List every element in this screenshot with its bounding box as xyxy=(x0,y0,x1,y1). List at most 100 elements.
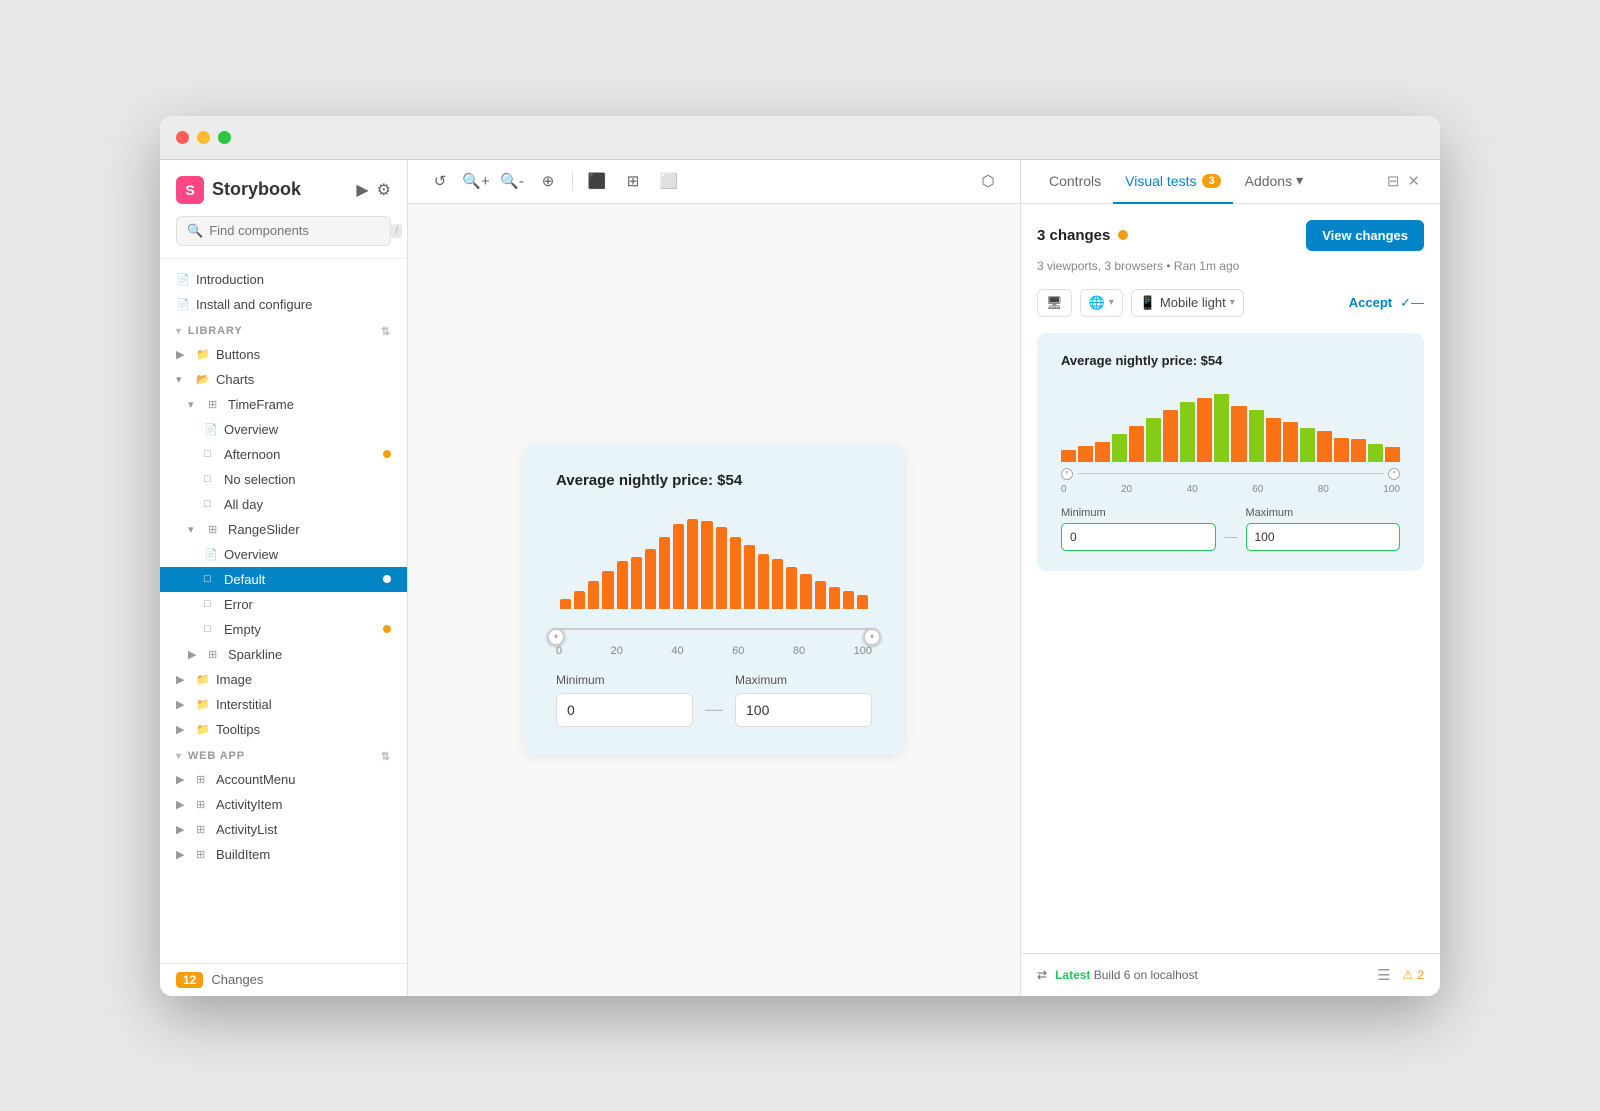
canvas-content: Average nightly price: $54 ⏸ ⏸ xyxy=(408,204,1020,996)
viewport-mobile-button[interactable]: 📱 Mobile light ▾ xyxy=(1131,289,1244,317)
sidebar-item-accountmenu[interactable]: ▶ ⊞ AccountMenu xyxy=(160,767,407,792)
mini-histogram-bar xyxy=(1112,434,1127,462)
maximize-button[interactable] xyxy=(218,131,231,144)
mini-thumb-right[interactable]: ⏸ xyxy=(1388,468,1400,480)
sidebar-item-activityitem[interactable]: ▶ ⊞ ActivityItem xyxy=(160,792,407,817)
maximum-input[interactable] xyxy=(735,693,872,727)
sidebar-item-rangeslider-overview[interactable]: 📄 Overview xyxy=(160,542,407,567)
titlebar xyxy=(160,116,1440,160)
view-changes-button[interactable]: View changes xyxy=(1306,220,1424,251)
story-icon: □ xyxy=(204,448,218,460)
mini-range-40: 40 xyxy=(1187,484,1198,495)
accept-button[interactable]: Accept xyxy=(1349,295,1392,310)
panel-close-button[interactable]: ✕ xyxy=(1403,168,1424,194)
mini-range-60: 60 xyxy=(1252,484,1263,495)
panel-view-toggle[interactable]: ⊟ xyxy=(1383,168,1404,194)
mini-histogram-bar xyxy=(1214,394,1229,462)
sidebar-item-buttons[interactable]: ▶ 📁 Buttons xyxy=(160,342,407,367)
mini-thumb-left[interactable]: ⏸ xyxy=(1061,468,1073,480)
sort-icon[interactable]: ⇅ xyxy=(381,750,391,763)
zoom-out-button[interactable]: 🔍- xyxy=(496,165,528,197)
story-icon: □ xyxy=(204,573,218,585)
mini-maximum-input[interactable] xyxy=(1246,523,1401,551)
tablet-view-button[interactable]: ⬛ xyxy=(581,165,613,197)
sidebar-item-introduction[interactable]: 📄 Introduction xyxy=(160,267,407,292)
sidebar-item-label: Tooltips xyxy=(216,722,260,737)
close-button[interactable] xyxy=(176,131,189,144)
chevron-down-icon: ▾ xyxy=(1230,297,1235,308)
sidebar-item-tooltips[interactable]: ▶ 📁 Tooltips xyxy=(160,717,407,742)
tab-addons-label: Addons xyxy=(1245,173,1292,189)
mini-histogram-bar xyxy=(1351,439,1366,461)
sidebar-item-charts[interactable]: ▾ 📂 Charts xyxy=(160,367,407,392)
zoom-reset-button[interactable]: ⊕ xyxy=(532,165,564,197)
collapse-icon: ▾ xyxy=(188,523,202,536)
zoom-in-button[interactable]: 🔍+ xyxy=(460,165,492,197)
sidebar-item-no-selection[interactable]: □ No selection xyxy=(160,467,407,492)
traffic-lights xyxy=(176,131,231,144)
sidebar-item-install[interactable]: 📄 Install and configure xyxy=(160,292,407,317)
mini-histogram-bar xyxy=(1317,431,1332,461)
doc-icon: 📄 xyxy=(176,273,190,286)
sidebar-item-timeframe-overview[interactable]: 📄 Overview xyxy=(160,417,407,442)
change-dot xyxy=(383,625,391,633)
sidebar-item-empty[interactable]: □ Empty xyxy=(160,617,407,642)
sync-icon: ⇄ xyxy=(1037,968,1047,982)
collapse-icon: ▾ xyxy=(176,751,182,762)
sidebar-item-default[interactable]: □ Default xyxy=(160,567,407,592)
mini-histogram-bar xyxy=(1078,446,1093,462)
mini-histogram-bar xyxy=(1197,398,1212,462)
mini-track xyxy=(1077,473,1384,474)
tab-controls[interactable]: Controls xyxy=(1037,160,1113,204)
sidebar-item-error[interactable]: □ Error xyxy=(160,592,407,617)
grid-button[interactable]: ⊞ xyxy=(617,165,649,197)
separator: — xyxy=(705,681,723,720)
changes-badge: 12 xyxy=(176,972,203,988)
component-icon: ⊞ xyxy=(208,398,222,411)
slider-thumb-right[interactable]: ⏸ xyxy=(863,628,881,646)
list-icon-button[interactable]: ☰ xyxy=(1373,962,1394,988)
sidebar-item-rangeslider[interactable]: ▾ ⊞ RangeSlider xyxy=(160,517,407,542)
sidebar-item-sparkline[interactable]: ▶ ⊞ Sparkline xyxy=(160,642,407,667)
histogram-bar xyxy=(772,559,783,609)
viewport-device-button[interactable]: 🖥 xyxy=(1037,289,1072,317)
slider-thumb-left[interactable]: ⏸ xyxy=(547,628,565,646)
tab-visual-tests[interactable]: Visual tests 3 xyxy=(1113,160,1232,204)
search-box[interactable]: 🔍 / xyxy=(176,216,391,246)
minimum-input[interactable] xyxy=(556,693,693,727)
tab-addons[interactable]: Addons ▾ xyxy=(1233,160,1316,204)
histogram-bar xyxy=(815,581,826,609)
sidebar-item-timeframe[interactable]: ▾ ⊞ TimeFrame xyxy=(160,392,407,417)
mini-minimum-input[interactable] xyxy=(1061,523,1216,551)
mini-histogram-bar xyxy=(1368,444,1383,462)
play-button[interactable]: ▶ xyxy=(356,180,368,200)
histogram-bar xyxy=(673,524,684,609)
mini-histogram-bar xyxy=(1249,410,1264,462)
refresh-button[interactable]: ↺ xyxy=(424,165,456,197)
tab-visual-label: Visual tests xyxy=(1125,173,1196,189)
story-icon: □ xyxy=(204,473,218,485)
sidebar-item-all-day[interactable]: □ All day xyxy=(160,492,407,517)
component-icon: ⊞ xyxy=(196,848,210,861)
minimize-button[interactable] xyxy=(197,131,210,144)
maximum-label: Maximum xyxy=(735,673,872,687)
build-name: Build 6 on localhost xyxy=(1094,968,1198,982)
sidebar-item-image[interactable]: ▶ 📁 Image xyxy=(160,667,407,692)
mini-histogram-bar xyxy=(1146,418,1161,462)
histogram-bar xyxy=(800,574,811,609)
open-new-tab-button[interactable]: ⬡ xyxy=(972,165,1004,197)
sidebar-footer: 12 Changes xyxy=(160,963,407,996)
folder-icon: 📁 xyxy=(196,698,210,711)
checkmark-icon: ✓— xyxy=(1400,295,1424,311)
range-slider-track[interactable]: ⏸ ⏸ xyxy=(556,617,872,641)
sidebar-item-activitylist[interactable]: ▶ ⊞ ActivityList xyxy=(160,817,407,842)
sidebar-item-interstitial[interactable]: ▶ 📁 Interstitial xyxy=(160,692,407,717)
mobile-view-button[interactable]: ⬜ xyxy=(653,165,685,197)
viewport-browser-button[interactable]: 🌐 ▾ xyxy=(1080,289,1123,317)
search-input[interactable] xyxy=(209,223,385,238)
settings-button[interactable]: ⚙ xyxy=(377,180,391,200)
sort-icon[interactable]: ⇅ xyxy=(381,325,391,338)
changes-title: 3 changes xyxy=(1037,227,1110,244)
sidebar-item-afternoon[interactable]: □ Afternoon xyxy=(160,442,407,467)
sidebar-item-builditem[interactable]: ▶ ⊞ BuildItem xyxy=(160,842,407,867)
